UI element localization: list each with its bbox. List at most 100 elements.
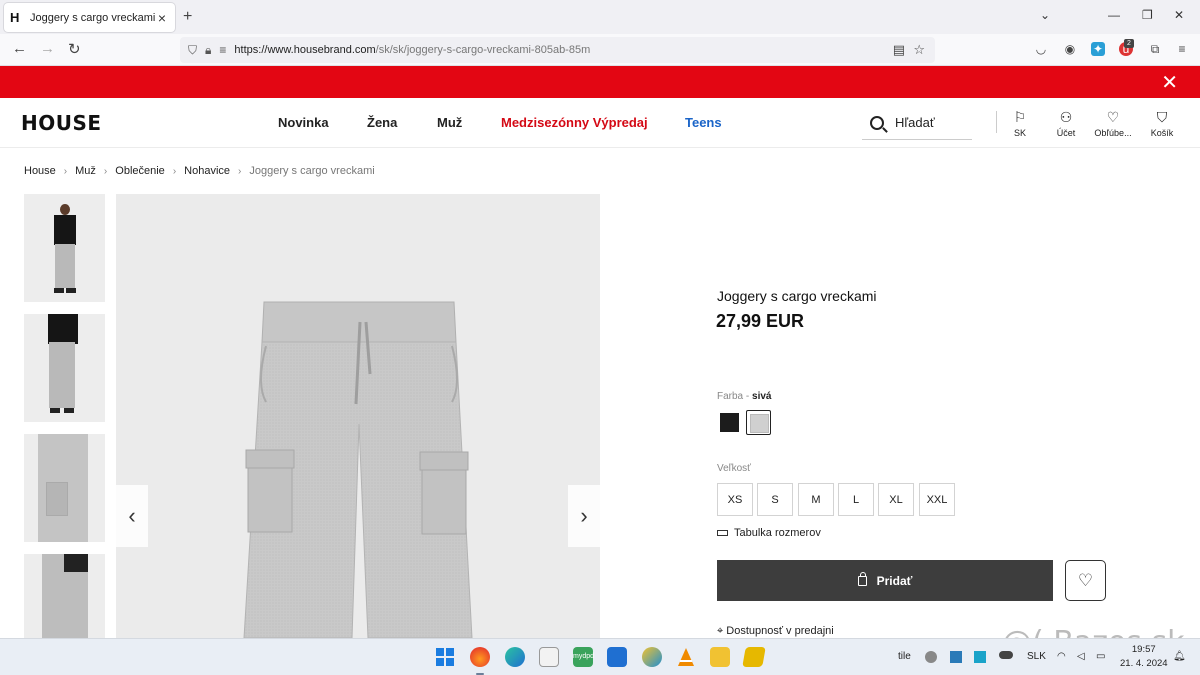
permissions-icon[interactable]: ≡ — [219, 43, 226, 57]
size-option-xl[interactable]: XL — [878, 483, 914, 516]
product-thumbnail-3[interactable] — [24, 434, 105, 542]
color-swatch-grey[interactable] — [746, 410, 771, 435]
mail-icon[interactable] — [607, 647, 627, 667]
tray-extra-label[interactable]: tile — [898, 651, 911, 662]
browser-tab[interactable]: H Joggery s cargo vreckami Farba × — [4, 3, 175, 32]
color-label: Farba - sivá — [717, 391, 771, 402]
firefox-icon[interactable] — [470, 647, 490, 667]
breadcrumb-item-muz[interactable]: Muž — [75, 165, 96, 177]
back-icon[interactable]: ← — [12, 40, 27, 57]
notification-bell-icon[interactable]: 🔔︎ — [1173, 651, 1186, 662]
menu-icon[interactable]: ≡ — [1175, 42, 1189, 56]
breadcrumb: House › Muž › Oblečenie › Nohavice › Jog… — [24, 165, 375, 177]
chevron-right-icon: › — [172, 165, 177, 177]
windows-start-icon[interactable] — [435, 647, 455, 667]
tray-app-icon[interactable] — [974, 651, 986, 663]
product-thumbnail-4[interactable] — [24, 554, 105, 638]
language-indicator[interactable]: SLK — [1027, 651, 1046, 662]
file-explorer-icon[interactable] — [710, 647, 730, 667]
onedrive-icon[interactable] — [999, 651, 1013, 659]
battery-icon[interactable]: ▭ — [1096, 651, 1105, 662]
chevron-right-icon: › — [238, 165, 242, 177]
skype-icon[interactable] — [925, 651, 937, 663]
reload-icon[interactable]: ↻ — [68, 40, 81, 58]
nav-item-sale[interactable]: Medzisezónny Výpredaj — [501, 115, 648, 130]
product-title: Joggery s cargo vreckami — [717, 288, 877, 304]
size-option-xxl[interactable]: XXL — [919, 483, 955, 516]
app-icon[interactable] — [742, 647, 766, 667]
heart-icon: ♡ — [1077, 570, 1094, 590]
store-icon[interactable] — [539, 647, 559, 667]
clock-time: 19:57 — [1131, 644, 1156, 655]
extensions-icon[interactable]: ⧉ — [1148, 42, 1162, 56]
size-option-m[interactable]: M — [798, 483, 834, 516]
pocket-icon[interactable]: ◡ — [1034, 42, 1048, 56]
account-label: Účet — [1056, 128, 1076, 138]
edge-icon[interactable] — [505, 647, 525, 667]
browser-app-icon[interactable] — [642, 647, 662, 667]
shield-tray-icon[interactable] — [950, 651, 962, 663]
tab-list-icon[interactable]: ⌄ — [1040, 8, 1050, 22]
favorites-button[interactable]: ♡ Obľúbe... — [1088, 108, 1138, 138]
nav-item-zena[interactable]: Žena — [367, 115, 397, 130]
volume-icon[interactable]: ◁ — [1077, 651, 1085, 662]
reader-view-icon[interactable]: ▤ — [893, 42, 905, 58]
restore-icon[interactable]: ❐ — [1142, 8, 1153, 22]
color-value: sivá — [752, 391, 772, 402]
add-to-cart-button[interactable]: Pridať — [717, 560, 1053, 601]
model-figure — [52, 204, 78, 294]
prev-image-button[interactable]: ‹ — [116, 485, 148, 547]
address-bar[interactable]: ⛉ 🔒︎ ≡ https://www.housebrand.com /sk/sk… — [180, 37, 935, 63]
wifi-icon[interactable]: ◠ — [1057, 651, 1066, 662]
product-main-image[interactable] — [116, 194, 600, 638]
product-thumbnail-2[interactable] — [24, 314, 105, 422]
tab-title: Joggery s cargo vreckami Farba — [30, 11, 155, 24]
lock-icon[interactable]: 🔒︎ — [205, 43, 211, 58]
new-tab-icon[interactable]: + — [183, 8, 192, 26]
close-tab-icon[interactable]: × — [155, 10, 169, 26]
vlc-icon[interactable] — [676, 647, 696, 667]
bookmark-star-icon[interactable]: ☆ — [913, 42, 925, 58]
user-icon: ⚇ — [1059, 109, 1073, 125]
search-input[interactable]: Hľadať — [862, 106, 972, 140]
account-button[interactable]: ⚇ Účet — [1041, 108, 1091, 138]
next-image-button[interactable]: › — [568, 485, 600, 547]
cart-button[interactable]: ⛉ Košík — [1137, 108, 1187, 138]
account-icon[interactable]: ◉ — [1063, 42, 1077, 56]
size-option-xs[interactable]: XS — [717, 483, 753, 516]
add-to-wishlist-button[interactable]: ♡ — [1065, 560, 1106, 601]
breadcrumb-item-oblecenie[interactable]: Oblečenie — [115, 165, 165, 177]
ruler-icon — [717, 530, 728, 536]
chevron-left-icon: ‹ — [128, 503, 136, 528]
model-figure — [46, 314, 78, 413]
system-clock[interactable]: 19:57 21. 4. 2024 — [1120, 643, 1168, 671]
size-option-s[interactable]: S — [757, 483, 793, 516]
site-header: HOUSE Novinka Žena Muž Medzisezónny Výpr… — [0, 98, 1200, 148]
language-button[interactable]: ⚐ SK — [995, 108, 1045, 138]
mydpd-icon[interactable]: mydpd — [573, 647, 594, 667]
close-window-icon[interactable]: ✕ — [1174, 8, 1184, 22]
shield-icon[interactable]: ⛉ — [188, 43, 197, 58]
chevron-right-icon: › — [103, 165, 108, 177]
breadcrumb-item-nohavice[interactable]: Nohavice — [184, 165, 230, 177]
site-logo[interactable]: HOUSE — [21, 111, 102, 135]
language-label: SK — [1013, 128, 1026, 138]
size-label: Veľkosť — [717, 463, 751, 474]
forward-icon[interactable]: → — [40, 40, 55, 57]
nav-item-novinka[interactable]: Novinka — [278, 115, 329, 130]
close-icon[interactable]: ✕ — [1161, 70, 1178, 95]
product-thumbnail-1[interactable] — [24, 194, 105, 302]
store-availability-link[interactable]: ⌖ Dostupnosť v predajni — [717, 625, 834, 638]
minimize-icon[interactable]: — — [1108, 8, 1120, 22]
browser-tab-bar: H Joggery s cargo vreckami Farba × + ⌄ —… — [0, 0, 1200, 34]
breadcrumb-current: Joggery s cargo vreckami — [249, 165, 375, 177]
nav-item-teens[interactable]: Teens — [685, 115, 722, 130]
size-option-l[interactable]: L — [838, 483, 874, 516]
extension-icon[interactable]: ✦ — [1091, 42, 1105, 56]
size-chart-link[interactable]: Tabulka rozmerov — [717, 527, 821, 539]
availability-label: Dostupnosť v predajni — [726, 625, 834, 637]
color-swatch-black[interactable] — [717, 410, 742, 435]
color-label-text: Farba - — [717, 391, 753, 402]
nav-item-muz[interactable]: Muž — [437, 115, 462, 130]
breadcrumb-item-house[interactable]: House — [24, 165, 56, 177]
